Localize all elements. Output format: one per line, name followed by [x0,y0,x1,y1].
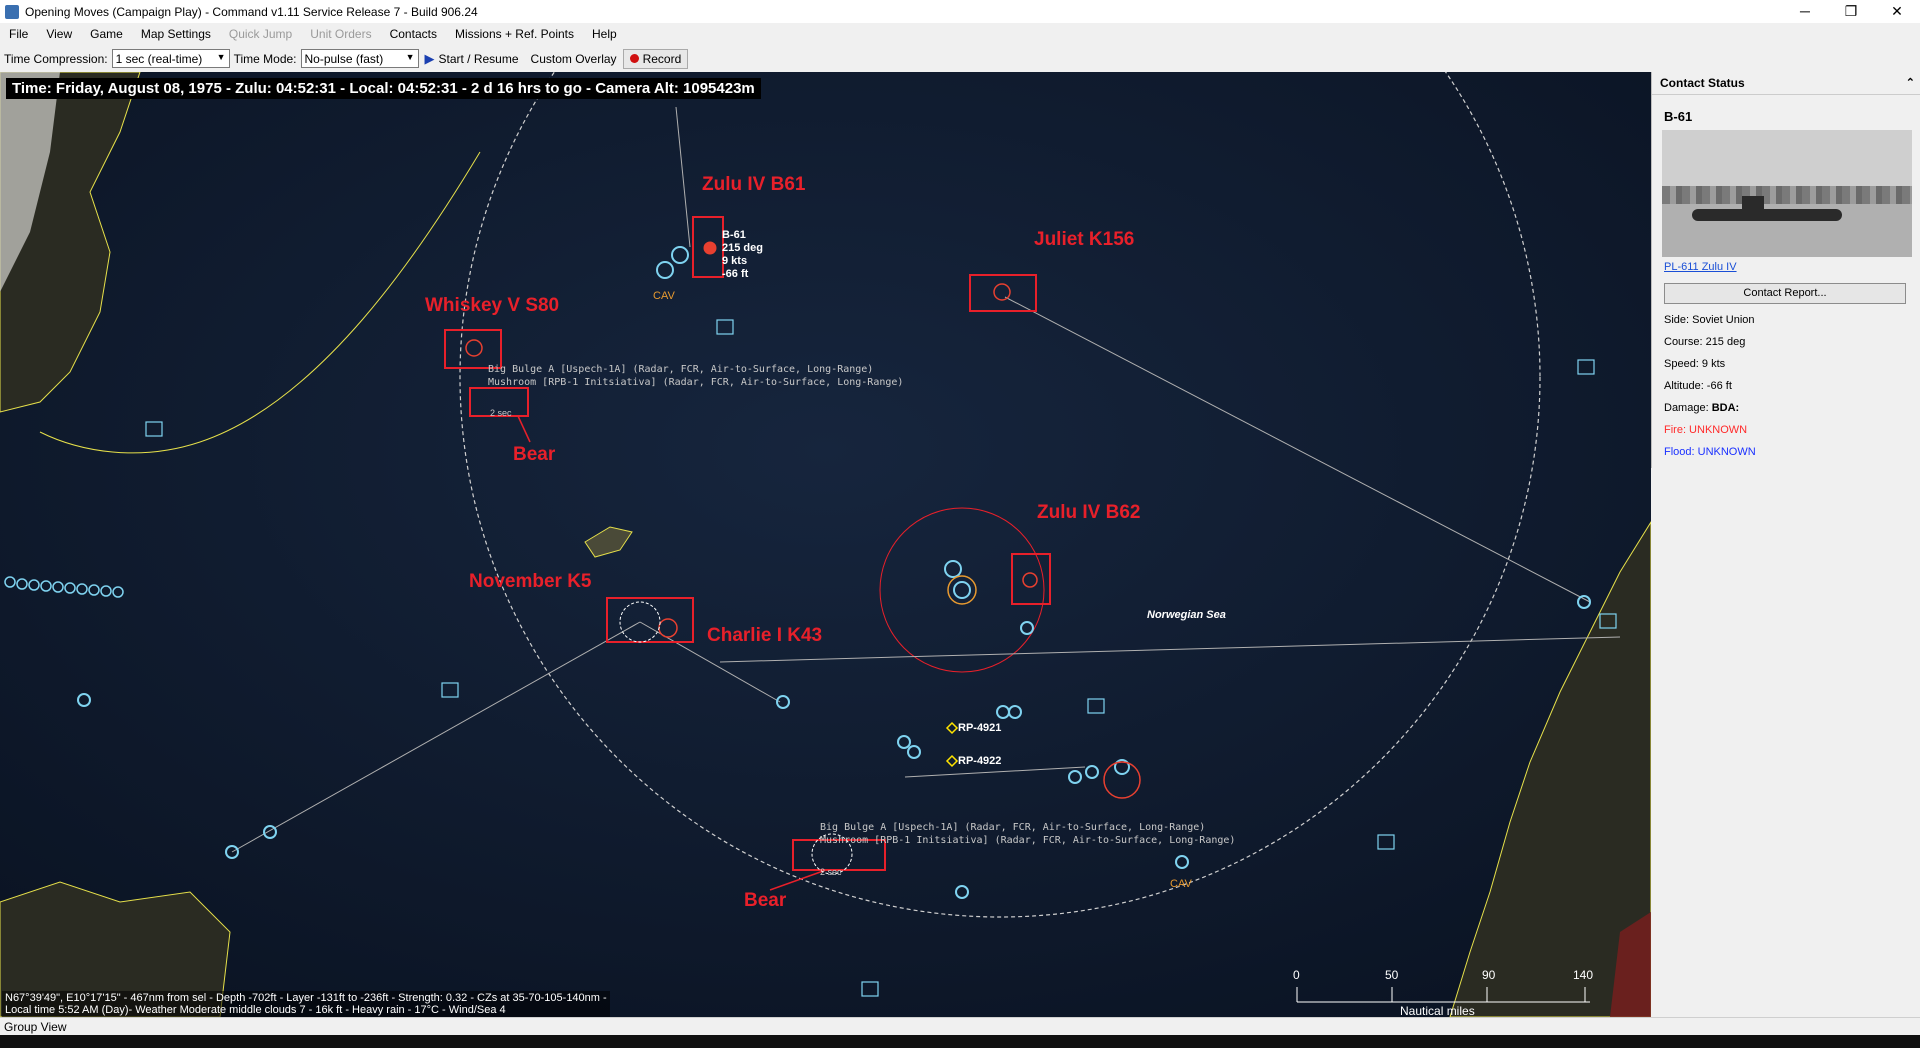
sensor-text-top-2: Mushroom [RPB-1 Initsiativa] (Radar, FCR… [488,377,904,388]
time-compression-label: Time Compression: [4,51,108,66]
menu-view[interactable]: View [37,23,81,45]
maximize-button[interactable]: ❐ [1828,0,1874,23]
sensor-text-bottom-2: Mushroom [RPB-1 Initsiativa] (Radar, FCR… [820,835,1236,846]
unit-info-speed: 9 kts [722,255,748,267]
toolbar: Time Compression: 1 sec (real-time) ▼ Ti… [0,45,1920,73]
group-view-label[interactable]: Group View [4,1020,66,1034]
photo-sub-hull [1692,208,1842,221]
close-button[interactable]: ✕ [1874,0,1920,23]
chevron-down-icon: ▼ [216,52,226,62]
contact-fire: Fire: UNKNOWN [1664,424,1748,436]
custom-overlay-button[interactable]: Custom Overlay [525,52,623,66]
scale-tick-90: 90 [1482,968,1496,982]
sensor-text-top-1: Big Bulge A [Uspech-1A] (Radar, FCR, Air… [488,364,874,375]
contact-side: Side: Soviet Union [1664,314,1755,326]
unit-info-b61: B-61 215 deg 9 kts -66 ft [722,229,763,281]
menu-contacts[interactable]: Contacts [381,23,446,45]
start-resume-label: Start / Resume [438,51,519,66]
contact-flood: Flood: UNKNOWN [1664,446,1756,458]
menu-quick-jump[interactable]: Quick Jump [220,23,301,45]
menu-bar: File View Game Map Settings Quick Jump U… [0,23,1920,45]
time-compression-select[interactable]: 1 sec (real-time) ▼ [111,49,230,68]
contact-status-title: Contact Status [1660,76,1745,90]
rp-4922-label[interactable]: RP-4922 [958,755,1001,767]
annotation-bear-1: Bear [513,444,556,465]
damage-value: BDA: [1711,402,1740,414]
scale-tick-140: 140 [1573,968,1594,982]
scale-tick-0: 0 [1293,968,1300,982]
record-button[interactable]: Record [622,48,689,69]
record-icon [629,54,639,63]
annotation-bear-2: Bear [744,890,787,911]
map-status-line-1: N67°39'49", E10°17'15" - 467nm from sel … [5,992,607,1004]
time-bar: Time: Friday, August 08, 1975 - Zulu: 04… [6,78,761,99]
contact-speed: Speed: 9 kts [1664,358,1726,370]
menu-missions-ref-points[interactable]: Missions + Ref. Points [446,23,583,45]
map-status-lines: N67°39'49", E10°17'15" - 467nm from sel … [2,991,610,1017]
contact-status-header: Contact Status ⌃ [1652,72,1920,95]
title-bar: Opening Moves (Campaign Play) - Command … [0,0,1920,23]
menu-unit-orders[interactable]: Unit Orders [301,23,380,45]
minimize-button[interactable]: ─ [1782,0,1828,23]
window-controls: ─ ❐ ✕ [1782,0,1920,23]
annotation-juliet-k156: Juliet K156 [1034,229,1135,250]
cav-label-2: CAV [1170,878,1192,890]
start-resume-button[interactable]: ▶ Start / Resume [419,51,525,67]
annotation-zulu-b61: Zulu IV B61 [702,174,806,195]
unit-class-link[interactable]: PL-611 Zulu IV [1664,261,1920,273]
collapse-icon[interactable]: ⌃ [1906,72,1915,94]
annotation-zulu-b62: Zulu IV B62 [1037,502,1141,523]
time-mode-value: No-pulse (fast) [304,51,384,66]
status-bar: Group View [0,1017,1920,1035]
window-title: Opening Moves (Campaign Play) - Command … [25,4,478,19]
menu-file[interactable]: File [0,23,37,45]
menu-help[interactable]: Help [583,23,626,45]
play-icon: ▶ [424,50,435,66]
photo-sub-sail [1742,196,1764,211]
bear-1-timer: 2 sec [490,408,512,418]
photo-town [1662,185,1912,204]
cav-label-1: CAV [653,290,675,302]
unit-info-depth: -66 ft [722,268,749,280]
contact-course: Course: 215 deg [1664,336,1746,348]
rp-4921-label[interactable]: RP-4921 [958,722,1001,734]
map-status-line-2: Local time 5:52 AM (Day)- Weather Modera… [5,1004,506,1016]
contact-altitude: Altitude: -66 ft [1664,380,1732,392]
record-label: Record [642,51,682,66]
time-mode-select[interactable]: No-pulse (fast) ▼ [300,49,419,68]
unit-info-name: B-61 [722,229,746,241]
damage-label: Damage: [1664,402,1709,414]
contact-report-button[interactable]: Contact Report... [1664,283,1906,304]
taskbar [0,1035,1920,1048]
bear-2-timer: 2 sec [820,867,842,877]
unit-photo [1662,130,1912,257]
contact-damage: Damage: BDA: [1664,402,1920,414]
annotation-november-k5: November K5 [469,571,592,592]
tactical-map[interactable]: Time: Friday, August 08, 1975 - Zulu: 04… [0,72,1651,1017]
annotation-charlie-k43: Charlie I K43 [707,625,823,646]
time-mode-label: Time Mode: [233,51,297,66]
annotation-whiskey-s80: Whiskey V S80 [425,295,560,316]
scale-unit: Nautical miles [1400,1004,1475,1017]
contact-unit-name: B-61 [1664,109,1693,124]
menu-game[interactable]: Game [81,23,132,45]
time-compression-value: 1 sec (real-time) [115,51,203,66]
unit-info-course: 215 deg [722,242,763,254]
sea-label-norwegian: Norwegian Sea [1147,609,1226,621]
scale-tick-50: 50 [1385,968,1399,982]
hostile-marker [703,241,717,255]
custom-overlay-label: Custom Overlay [530,51,617,66]
app-icon [5,4,19,19]
menu-map-settings[interactable]: Map Settings [132,23,220,45]
chevron-down-icon: ▼ [405,52,415,62]
contact-status-panel: Contact Status ⌃ B-61 PL-611 Zulu IV Con… [1651,72,1920,468]
sensor-text-bottom-1: Big Bulge A [Uspech-1A] (Radar, FCR, Air… [820,822,1206,833]
